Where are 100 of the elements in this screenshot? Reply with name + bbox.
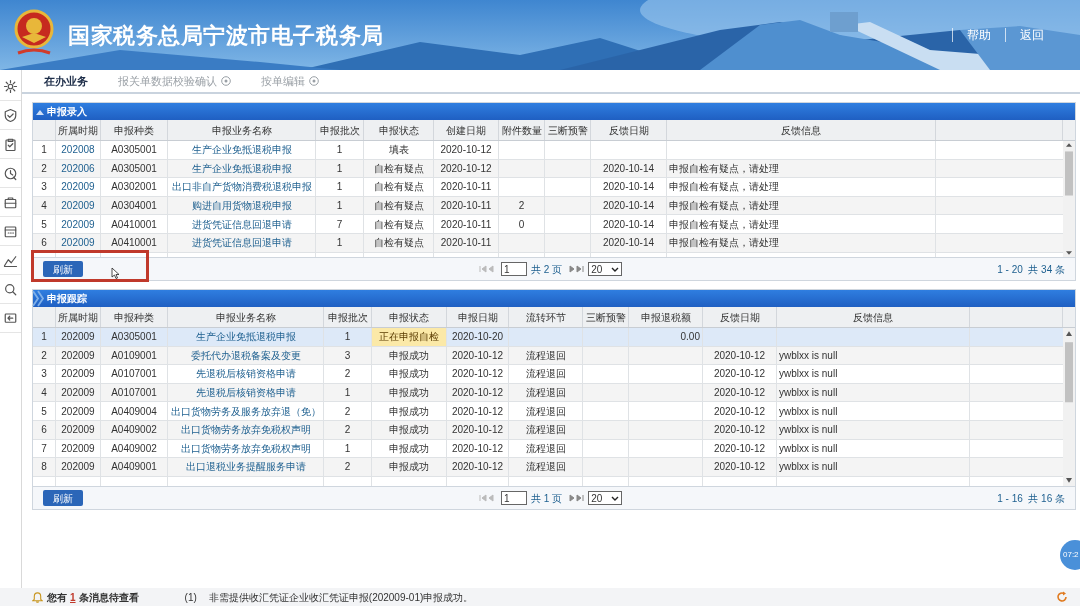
table-row[interactable]: 3 202009 A0107001 先退税后核销资格申请 2 申报成功 2020-10-12 流程退回 2020-10-12 ywblxx is null (33, 365, 1063, 384)
table-link[interactable]: 委托代办退税备案及变更 (168, 346, 324, 365)
column-header[interactable]: 三断预警 (545, 120, 591, 140)
table-row[interactable]: 5 202009 A0409004 出口货物劳务及服务放弃退（免） 2 申报成功 2020-10-12 流程退回 2020-10-12 ywblxx is null (33, 402, 1063, 421)
table-link[interactable]: 出口非自产货物消费税退税申报 (168, 178, 316, 196)
column-header[interactable]: 申报状态 (372, 307, 447, 327)
table-cell: 202009 (56, 458, 101, 476)
table-cell: 自检有疑点 (364, 178, 434, 196)
column-header[interactable]: 所属时期 (56, 307, 101, 327)
column-header[interactable]: 流转环节 (509, 307, 583, 327)
page-input[interactable]: 1 (501, 262, 527, 276)
table-row[interactable]: 1 202008 A0305001 生产企业免抵退税申报 1 填表 2020-10-12 (33, 141, 1063, 160)
bell-icon[interactable] (32, 591, 43, 603)
panel-title: 申报跟踪 (47, 292, 87, 306)
clipboard-check-icon[interactable] (3, 136, 18, 152)
table-link[interactable]: 出口退税业务提醒服务申请 (168, 458, 324, 476)
record-summary: 1 - 20 共 34 条 (997, 262, 1065, 277)
column-header[interactable]: 反馈信息 (667, 120, 936, 140)
table-cell: A0305001 (101, 328, 168, 346)
table-row[interactable]: 8 202009 A0409001 出口退税业务提醒服务申请 2 申报成功 2020-10-12 流程退回 2020-10-12 ywblxx is null (33, 458, 1063, 477)
table-cell: 流程退回 (509, 458, 583, 476)
column-header[interactable]: 申报批次 (316, 120, 364, 140)
scrollbar[interactable] (1063, 328, 1075, 486)
refresh-icon[interactable] (1056, 591, 1068, 603)
close-icon[interactable] (221, 76, 231, 86)
table-cell: 6 (33, 420, 56, 439)
column-header[interactable]: 所属时期 (56, 120, 101, 140)
column-header[interactable]: 申报退税额 (629, 307, 703, 327)
table-cell: 202009 (56, 439, 101, 458)
table-cell: 填表 (364, 141, 434, 159)
next-last-icon[interactable] (566, 494, 585, 502)
table-cell: ywblxx is null (777, 383, 970, 402)
table-cell: 2020-10-11 (434, 233, 499, 252)
table-cell: 2020-10-12 (434, 141, 499, 159)
close-icon[interactable] (309, 76, 319, 86)
notice-count-link[interactable]: 1 (70, 589, 76, 605)
next-last-icon[interactable] (566, 265, 585, 273)
table-link[interactable]: 进货凭证信息回退申请 (168, 233, 316, 252)
column-header[interactable]: 反馈信息 (777, 307, 970, 327)
page-size-select[interactable]: 20 (588, 491, 623, 505)
table-cell: 2020-10-12 (703, 420, 777, 439)
table-link[interactable]: 出口货物劳务放弃免税权声明 (168, 439, 324, 458)
column-header[interactable]: 申报业务名称 (168, 120, 316, 140)
table-row[interactable]: 5 202009 A0410001 进货凭证信息回退申请 7 自检有疑点 2020-10-11 0 2020-10-14 申报自检有疑点，请处理 (33, 215, 1063, 234)
column-header[interactable]: 申报批次 (324, 307, 372, 327)
table-link[interactable]: 出口货物劳务及服务放弃退（免） (168, 402, 324, 420)
search-icon[interactable] (3, 281, 18, 297)
column-header[interactable]: 申报业务名称 (168, 307, 324, 327)
table-cell: 0.00 (629, 328, 703, 346)
table-link[interactable]: 202009 (56, 196, 101, 215)
table-cell: 申报成功 (372, 420, 447, 439)
table-link[interactable]: 生产企业免抵退税申报 (168, 141, 316, 159)
column-header[interactable]: 申报种类 (101, 120, 168, 140)
table-cell: A0409001 (101, 458, 168, 476)
table-link[interactable]: 202009 (56, 233, 101, 252)
table-link[interactable]: 202006 (56, 159, 101, 178)
table-link[interactable]: 先退税后核销资格申请 (168, 365, 324, 383)
table-link[interactable]: 202009 (56, 178, 101, 196)
table-cell: 2 (33, 159, 56, 178)
table-row[interactable]: 1 202009 A0305001 生产企业免抵退税申报 1 正在申报自检 2020-10-20 0.00 (33, 328, 1063, 347)
table-link[interactable]: 出口货物劳务放弃免税权声明 (168, 420, 324, 439)
column-header[interactable]: 申报日期 (447, 307, 509, 327)
refresh-button[interactable]: 刷新 (43, 490, 83, 506)
table-cell: 申报自检有疑点，请处理 (667, 178, 936, 196)
column-header[interactable]: 反馈日期 (703, 307, 777, 327)
column-header[interactable]: 申报种类 (101, 307, 168, 327)
page-size-select[interactable]: 20 (588, 262, 623, 276)
column-header[interactable]: 反馈日期 (591, 120, 667, 140)
table-link[interactable]: 生产企业免抵退税申报 (168, 159, 316, 178)
calendar-icon[interactable] (3, 223, 18, 239)
column-header[interactable]: 申报状态 (364, 120, 434, 140)
table-link[interactable]: 202008 (56, 141, 101, 159)
column-header[interactable]: 附件数量 (499, 120, 545, 140)
table-cell: 2 (324, 402, 372, 420)
table-cell: 2 (499, 196, 545, 215)
table-link[interactable]: 购进自用货物退税申报 (168, 196, 316, 215)
table-cell: A0302001 (101, 178, 168, 196)
table-cell: 流程退回 (509, 439, 583, 458)
table-cell: 202009 (56, 420, 101, 439)
page-input[interactable]: 1 (501, 491, 527, 505)
exit-icon[interactable] (3, 310, 18, 326)
table-cell: A0410001 (101, 233, 168, 252)
table-link[interactable]: 生产企业免抵退税申报 (168, 328, 324, 346)
column-header[interactable]: 创建日期 (434, 120, 499, 140)
tab[interactable]: 在办业务 (44, 72, 88, 90)
column-header[interactable]: 三断预警 (583, 307, 629, 327)
table-cell: A0107001 (101, 383, 168, 402)
chevrons-icon[interactable] (31, 290, 45, 307)
table-cell: 2020-10-12 (447, 383, 509, 402)
shield-check-icon[interactable] (3, 107, 18, 123)
notice-text: 条消息待查看 (78, 590, 139, 605)
table-row[interactable]: 3 202009 A0302001 出口非自产货物消费税退税申报 1 自检有疑点 2020-10-11 2020-10-14 申报自检有疑点，请处理 (33, 178, 1063, 197)
table-cell: 202009 (56, 346, 101, 365)
scrollbar[interactable] (1063, 141, 1075, 257)
table-link[interactable]: 202009 (56, 215, 101, 233)
message-index: (1) (184, 590, 197, 605)
table-link[interactable]: 进货凭证信息回退申请 (168, 215, 316, 233)
briefcase-icon[interactable] (3, 194, 18, 210)
refresh-button[interactable]: 刷新 (43, 261, 83, 277)
table-link[interactable]: 先退税后核销资格申请 (168, 383, 324, 402)
